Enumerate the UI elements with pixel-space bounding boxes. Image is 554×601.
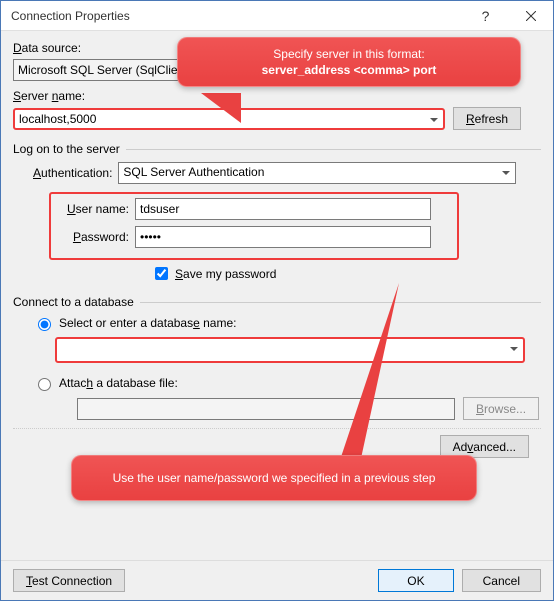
authentication-value: SQL Server Authentication xyxy=(123,165,264,179)
save-password-label: Save my password xyxy=(175,267,276,281)
close-icon xyxy=(526,11,536,21)
refresh-button[interactable]: Refresh xyxy=(453,107,521,130)
dialog-footer: Test Connection OK Cancel xyxy=(1,560,553,600)
authentication-combo[interactable]: SQL Server Authentication xyxy=(118,162,516,184)
cancel-button[interactable]: Cancel xyxy=(462,569,541,592)
ok-button[interactable]: OK xyxy=(378,569,453,592)
content-area: Data source: Server name: localhost,5000… xyxy=(1,31,553,468)
logon-section-label: Log on to the server xyxy=(13,142,120,156)
divider xyxy=(126,149,541,150)
browse-button: Browse... xyxy=(463,397,539,420)
select-db-label: Select or enter a database name: xyxy=(59,316,236,330)
callout-text: Use the user name/password we specified … xyxy=(113,471,436,485)
dialog-window: Connection Properties ? Data source: Ser… xyxy=(0,0,554,601)
callout-pointer xyxy=(201,93,241,123)
close-button[interactable] xyxy=(508,1,553,30)
username-label: User name: xyxy=(57,202,129,216)
data-source-field xyxy=(13,59,191,81)
help-button[interactable]: ? xyxy=(463,1,508,30)
connect-section-label: Connect to a database xyxy=(13,295,134,309)
attach-file-field xyxy=(77,398,455,420)
help-icon: ? xyxy=(482,8,490,24)
titlebar: Connection Properties ? xyxy=(1,1,553,31)
password-label: Password: xyxy=(57,230,129,244)
server-name-value: localhost,5000 xyxy=(19,112,96,126)
server-name-label: Server name: xyxy=(13,89,541,103)
callout-text-bold: server_address <comma> port xyxy=(194,62,504,78)
connect-section-header: Connect to a database xyxy=(13,295,541,309)
callout-credentials: Use the user name/password we specified … xyxy=(71,455,477,501)
callout-text: Specify server in this format: xyxy=(194,46,504,62)
authentication-label: Authentication: xyxy=(33,166,112,180)
attach-db-label: Attach a database file: xyxy=(59,376,178,390)
username-field[interactable] xyxy=(135,198,431,220)
save-password-checkbox[interactable] xyxy=(155,267,168,280)
window-title: Connection Properties xyxy=(11,9,463,23)
attach-db-radio[interactable] xyxy=(38,378,51,391)
titlebar-buttons: ? xyxy=(463,1,553,30)
database-name-combo[interactable] xyxy=(55,337,525,363)
password-field[interactable] xyxy=(135,226,431,248)
logon-section-header: Log on to the server xyxy=(13,142,541,156)
test-connection-button[interactable]: Test Connection xyxy=(13,569,125,592)
select-db-radio[interactable] xyxy=(38,318,51,331)
divider xyxy=(140,302,541,303)
callout-server-format: Specify server in this format: server_ad… xyxy=(177,37,521,87)
